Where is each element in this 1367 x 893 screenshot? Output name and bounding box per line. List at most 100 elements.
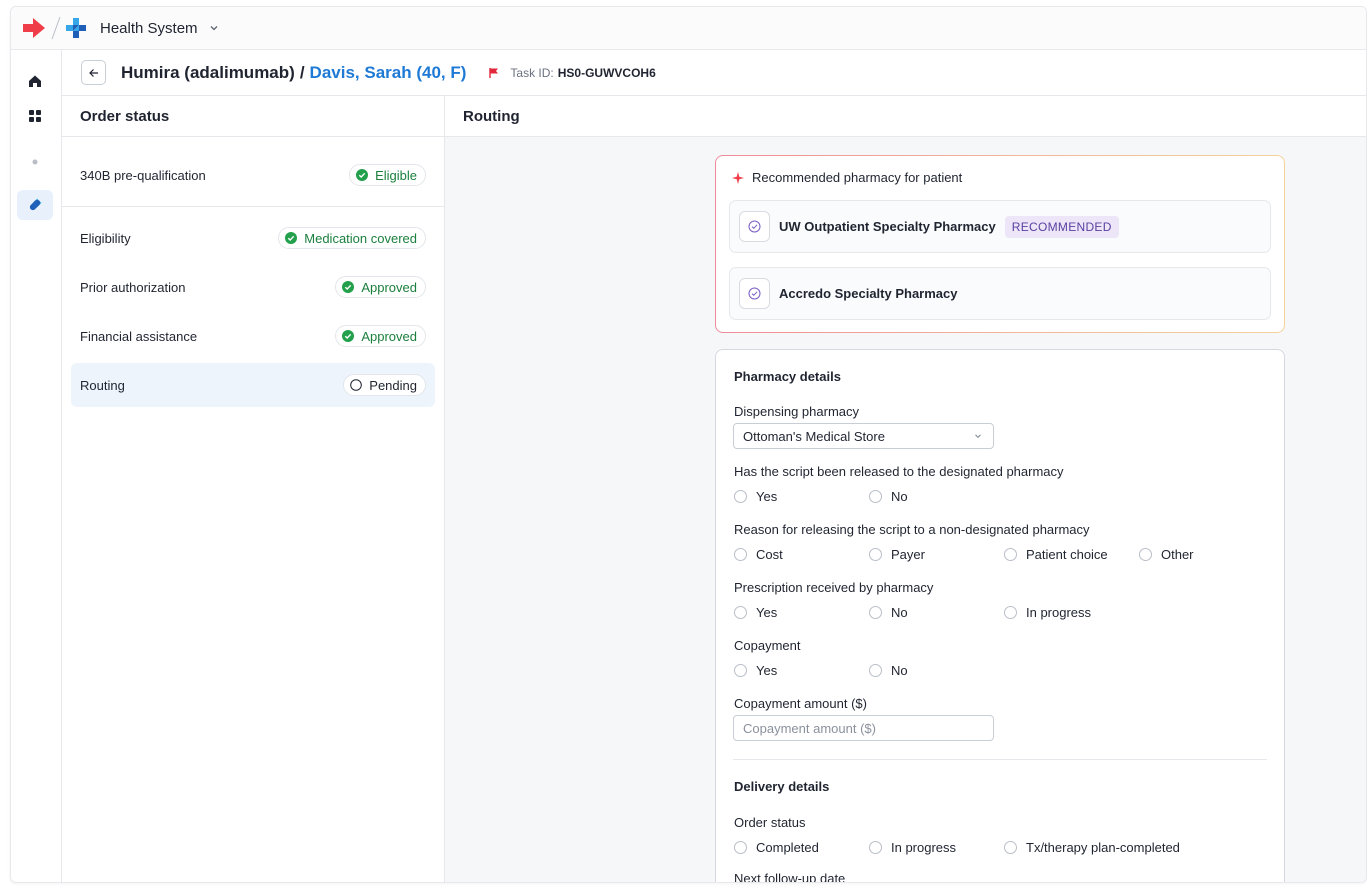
radio-label: No [891, 488, 908, 504]
radio-label: Yes [756, 604, 778, 620]
radio-circle[interactable] [1004, 547, 1017, 561]
script-released-radio-group: Yes No [734, 488, 1004, 504]
back-button[interactable] [81, 60, 106, 85]
radio-label: Completed [756, 839, 819, 855]
radio-circle[interactable] [869, 489, 882, 503]
check-circle-icon [342, 281, 355, 293]
radio-circle[interactable] [869, 547, 882, 561]
logo[interactable] [11, 15, 87, 41]
status-row-340b[interactable]: 340B pre-qualification Eligible [71, 153, 435, 197]
script-released-label: Has the script been released to the desi… [734, 464, 1064, 479]
flag-icon[interactable] [488, 67, 500, 79]
radio-option[interactable]: Yes [734, 605, 869, 620]
section-divider [733, 759, 1267, 760]
radio-circle[interactable] [734, 489, 747, 503]
pharmacy-details-title: Pharmacy details [734, 369, 841, 384]
nav-rail [11, 50, 62, 882]
delivery-details-title: Delivery details [734, 779, 830, 794]
radio-circle[interactable] [734, 605, 747, 619]
health-cross-icon [66, 18, 86, 38]
radio-circle[interactable] [869, 663, 882, 677]
check-circle-icon [342, 330, 355, 342]
status-badge: Approved [335, 325, 426, 347]
patient-link[interactable]: Davis, Sarah (40, F) [310, 63, 467, 83]
radio-circle[interactable] [869, 840, 882, 854]
pharmacy-option-uw[interactable]: UW Outpatient Specialty Pharmacy RECOMME… [729, 200, 1271, 253]
radio-option[interactable]: Yes [734, 663, 869, 678]
copayment-label: Copayment [734, 638, 801, 653]
radio-label: In progress [891, 839, 957, 855]
slash-divider-icon [51, 16, 61, 40]
title-separator: / [299, 62, 305, 82]
radio-circle[interactable] [1139, 547, 1152, 561]
org-name[interactable]: Health System [100, 20, 198, 37]
grid-icon[interactable] [17, 101, 53, 131]
top-bar: Health System [11, 7, 1366, 50]
radio-option[interactable]: Completed [734, 840, 869, 855]
order-status-title: Order status [62, 96, 444, 137]
rx-received-radio-group: Yes No In progress [734, 604, 1139, 620]
check-circle-icon[interactable] [739, 211, 770, 242]
radio-option[interactable]: Yes [734, 489, 869, 504]
task-id-value: HS0-GUWVCOH6 [557, 65, 656, 80]
status-label: Eligibility [80, 230, 131, 246]
status-row-eligibility[interactable]: Eligibility Medication covered [71, 216, 435, 260]
status-badge-text: Pending [369, 377, 417, 393]
recommended-title-text: Recommended pharmacy for patient [752, 170, 963, 185]
order-status-panel: Order status 340B pre-qualification Elig… [62, 96, 445, 882]
title-bar: Humira (adalimumab) / Davis, Sarah (40, … [62, 50, 1366, 96]
check-circle-icon [356, 169, 369, 181]
status-label: Routing [80, 377, 125, 393]
radio-label: Payer [891, 546, 925, 562]
reason-radio-group: Cost Payer Patient choice Other [734, 546, 1274, 562]
status-badge-text: Medication covered [304, 230, 417, 246]
status-row-routing[interactable]: Routing Pending [71, 363, 435, 407]
status-badge: Eligible [349, 164, 426, 186]
radio-option[interactable]: Patient choice [1004, 547, 1139, 562]
pill-icon[interactable] [17, 190, 53, 220]
radio-circle[interactable] [869, 605, 882, 619]
radio-circle[interactable] [734, 547, 747, 561]
radio-option[interactable]: Payer [869, 547, 1004, 562]
copayment-radio-group: Yes No [734, 662, 1004, 678]
app-window: Health System Humira (adalimumab) / Davi… [10, 6, 1367, 883]
status-badge-text: Approved [361, 328, 417, 344]
radio-circle[interactable] [734, 663, 747, 677]
radio-label: Patient choice [1026, 546, 1108, 562]
radio-circle[interactable] [1004, 840, 1017, 854]
status-row-prior-auth[interactable]: Prior authorization Approved [71, 265, 435, 309]
task-id-label: Task ID: [510, 65, 554, 80]
status-label: Prior authorization [80, 279, 186, 295]
radio-label: Other [1161, 546, 1194, 562]
chevron-down-icon [975, 434, 981, 439]
chevron-down-icon[interactable] [208, 22, 220, 34]
radio-label: Yes [756, 662, 778, 678]
check-circle-icon[interactable] [739, 278, 770, 309]
radio-label: No [891, 604, 908, 620]
dispensing-pharmacy-select[interactable]: Ottoman's Medical Store [733, 423, 994, 449]
radio-option[interactable]: Cost [734, 547, 869, 562]
radio-option[interactable]: Tx/therapy plan-completed [1004, 840, 1204, 855]
check-circle-icon [285, 232, 298, 244]
copay-amount-input[interactable] [733, 715, 994, 741]
status-row-financial[interactable]: Financial assistance Approved [71, 314, 435, 358]
radio-circle[interactable] [1004, 605, 1017, 619]
radio-option[interactable]: No [869, 489, 1004, 504]
drug-title: Humira (adalimumab) [121, 62, 295, 82]
radio-option[interactable]: In progress [1004, 605, 1139, 620]
radio-option[interactable]: No [869, 663, 1004, 678]
arrow-logo-icon [23, 18, 45, 38]
status-badge: Pending [343, 374, 426, 396]
radio-option[interactable]: In progress [869, 840, 1004, 855]
radio-option[interactable]: Other [1139, 547, 1274, 562]
radio-circle[interactable] [734, 840, 747, 854]
home-icon[interactable] [17, 66, 53, 96]
order-status-radio-group: Completed In progress Tx/therapy plan-co… [734, 839, 1204, 855]
radio-option[interactable]: No [869, 605, 1004, 620]
routing-title: Routing [445, 96, 1366, 137]
pharmacy-option-accredo[interactable]: Accredo Specialty Pharmacy [729, 267, 1271, 320]
dot-icon[interactable] [17, 147, 53, 177]
next-followup-label: Next follow-up date [734, 871, 846, 883]
status-badge-text: Approved [361, 279, 417, 295]
sparkle-icon [732, 171, 744, 184]
